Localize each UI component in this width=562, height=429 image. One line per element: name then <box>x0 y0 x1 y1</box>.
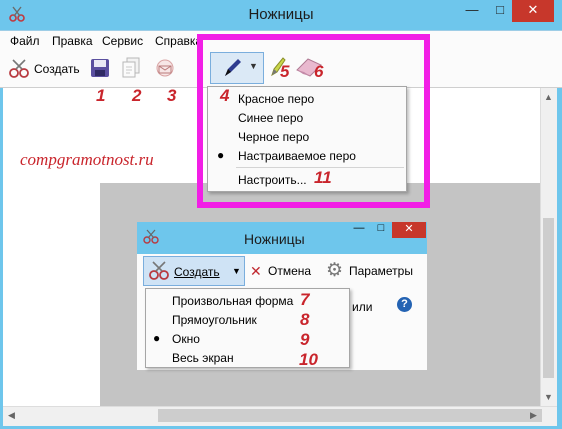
annotation-3: 3 <box>167 86 177 105</box>
annotation-10: 10 <box>299 350 318 369</box>
chevron-down-icon: ▼ <box>232 266 241 276</box>
mode-dropdown-menu: Произвольная форма Прямоугольник ● Окно … <box>145 288 350 368</box>
menu-edit[interactable]: Правка <box>52 34 93 48</box>
send-email-icon[interactable] <box>154 58 176 78</box>
annotation-5: 5 <box>280 62 290 81</box>
minimize-button[interactable]: — <box>458 0 486 22</box>
menu-item-full-screen: Весь экран <box>172 351 234 365</box>
watermark-text: compgramotnost.ru <box>20 150 154 169</box>
scroll-down-arrow-icon[interactable]: ▼ <box>544 392 553 402</box>
menu-item-rectangle: Прямоугольник <box>172 313 257 327</box>
cancel-icon: ✕ <box>250 263 262 279</box>
inner-new-split-button: Создать ▼ <box>143 256 245 286</box>
inner-options-label: Параметры <box>349 264 413 278</box>
maximize-button[interactable]: □ <box>486 0 514 22</box>
help-icon: ? <box>397 297 412 312</box>
annotation-4: 4 <box>220 86 230 105</box>
close-button[interactable]: ✕ <box>512 0 554 22</box>
menu-file[interactable]: Файл <box>10 34 40 48</box>
pen-dropdown-menu: Красное перо Синее перо Черное перо ● На… <box>207 86 407 192</box>
annotation-1: 1 <box>96 86 106 105</box>
menu-item-blue-pen[interactable]: Синее перо <box>238 111 303 125</box>
title-bar: Ножницы — □ ✕ <box>0 0 562 30</box>
inner-minimize-button: — <box>353 222 365 234</box>
inner-partial-text: или <box>352 300 373 314</box>
annotation-9: 9 <box>300 330 310 349</box>
inner-new-label: Создать <box>174 265 220 279</box>
scroll-left-arrow-icon[interactable]: ◀ <box>8 410 15 421</box>
scissors-icon <box>143 229 159 244</box>
menu-item-custom-pen[interactable]: Настраиваемое перо <box>238 149 356 163</box>
annotation-8: 8 <box>300 310 310 329</box>
scroll-up-arrow-icon[interactable]: ▲ <box>544 92 553 102</box>
scissors-icon <box>9 59 29 78</box>
vertical-scroll-thumb[interactable] <box>543 218 554 378</box>
inner-cancel-label: Отмена <box>268 264 312 278</box>
menu-item-window: Окно <box>172 332 200 346</box>
pen-dropdown-arrow-icon[interactable]: ▼ <box>249 61 258 71</box>
inner-maximize-button: □ <box>377 222 385 234</box>
scissors-icon <box>149 261 169 280</box>
save-icon[interactable] <box>90 58 110 78</box>
menu-item-black-pen[interactable]: Черное перо <box>238 130 309 144</box>
gear-icon: ⚙ <box>326 260 344 281</box>
inner-close-button: ✕ <box>392 222 426 238</box>
menu-tools[interactable]: Сервис <box>102 34 143 48</box>
copy-icon[interactable] <box>121 57 141 79</box>
menu-item-customize[interactable]: Настроить... <box>238 173 307 187</box>
horizontal-scroll-thumb[interactable] <box>158 409 542 422</box>
pen-icon <box>225 59 241 76</box>
menu-item-free-form: Произвольная форма <box>172 294 294 308</box>
annotation-2: 2 <box>132 86 142 105</box>
scroll-right-arrow-icon[interactable]: ▶ <box>530 410 537 421</box>
new-snip-label: Создать <box>34 62 80 76</box>
annotation-11: 11 <box>314 168 332 187</box>
selected-bullet-icon: ● <box>153 331 161 345</box>
new-snip-button[interactable]: Создать <box>6 57 86 81</box>
inner-window-title: Ножницы <box>244 231 305 247</box>
pen-split-button[interactable]: ▼ <box>210 52 264 84</box>
annotation-7: 7 <box>300 290 310 309</box>
menu-help[interactable]: Справка <box>155 34 202 48</box>
menu-item-red-pen[interactable]: Красное перо <box>238 92 314 106</box>
annotation-6: 6 <box>314 62 324 81</box>
selected-bullet-icon: ● <box>217 148 225 162</box>
